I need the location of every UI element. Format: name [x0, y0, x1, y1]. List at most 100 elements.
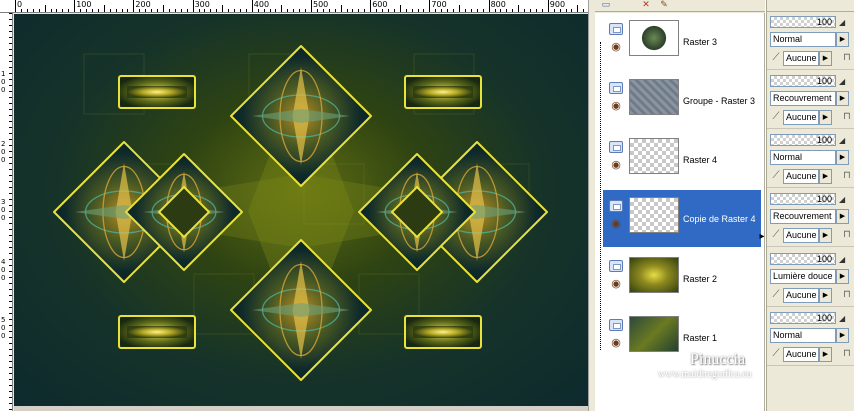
visibility-eye-icon[interactable]: ◉ — [608, 160, 624, 171]
ruler-minor-tick — [9, 145, 12, 146]
ruler-minor-tick — [9, 337, 12, 338]
edit-icon[interactable]: ✎ — [657, 0, 671, 9]
ruler-minor-tick — [577, 5, 579, 12]
ruler-minor-tick — [9, 49, 12, 50]
ruler-minor-tick — [186, 9, 188, 12]
ruler-minor-tick — [435, 9, 437, 12]
chevron-right-icon[interactable]: ▶ — [819, 51, 832, 66]
mask-select[interactable]: Aucune — [783, 347, 819, 362]
opacity-arrow-icon[interactable]: ◢ — [839, 314, 845, 323]
lock-icon[interactable]: ⊓ — [843, 228, 853, 242]
blend-mode-select[interactable]: Lumière douce — [770, 269, 836, 284]
opacity-arrow-icon[interactable]: ◢ — [839, 77, 845, 86]
ruler-minor-tick — [9, 19, 12, 20]
lock-icon[interactable]: ⊓ — [843, 110, 853, 124]
blend-mode-select[interactable]: Normal — [770, 328, 836, 343]
mask-select[interactable]: Aucune — [783, 110, 819, 125]
ruler-minor-tick — [26, 9, 28, 12]
ruler-minor-tick — [287, 9, 289, 12]
ruler-minor-tick — [9, 295, 12, 296]
visibility-eye-icon[interactable]: ◉ — [608, 219, 624, 230]
blend-mode-select[interactable]: Normal — [770, 150, 836, 165]
ruler-label: 0 — [1, 266, 6, 274]
opacity-slider[interactable]: 100 — [770, 16, 836, 28]
layer-name: Copie de Raster 4 — [683, 214, 756, 224]
mask-select[interactable]: Aucune — [783, 228, 819, 243]
ruler-minor-tick — [9, 67, 12, 68]
ruler-minor-tick — [281, 5, 283, 12]
opacity-arrow-icon[interactable]: ◢ — [839, 18, 845, 27]
chevron-right-icon[interactable]: ▶ — [819, 169, 832, 184]
image-canvas[interactable] — [14, 14, 588, 408]
opacity-slider[interactable]: 100 — [770, 312, 836, 324]
chevron-right-icon[interactable]: ▶ — [819, 347, 832, 362]
ruler-minor-tick — [571, 9, 573, 12]
ruler-minor-tick — [91, 9, 93, 12]
chevron-down-icon[interactable]: ▶ — [836, 269, 849, 284]
chevron-down-icon[interactable]: ▶ — [836, 328, 849, 343]
opacity-arrow-icon[interactable]: ◢ — [839, 136, 845, 145]
canvas-horizontal-scrollbar[interactable] — [14, 406, 588, 411]
visibility-eye-icon[interactable]: ◉ — [608, 338, 624, 349]
ruler-minor-tick — [565, 9, 567, 12]
opacity-arrow-icon[interactable]: ◢ — [839, 195, 845, 204]
ruler-minor-tick — [9, 193, 12, 194]
ruler-minor-tick — [9, 43, 12, 44]
ruler-minor-tick — [9, 259, 12, 260]
ruler-minor-tick — [9, 367, 12, 368]
layer-row[interactable]: ◉ Raster 2 — [603, 250, 761, 307]
visibility-eye-icon[interactable]: ◉ — [608, 279, 624, 290]
ruler-minor-tick — [541, 9, 543, 12]
ruler-label: 900 — [549, 0, 566, 9]
opacity-slider[interactable]: 100 — [770, 253, 836, 265]
chevron-down-icon[interactable]: ▶ — [836, 150, 849, 165]
ruler-minor-tick — [9, 25, 12, 26]
ruler-label: 800 — [490, 0, 506, 9]
ruler-minor-tick — [441, 9, 443, 12]
chevron-right-icon[interactable]: ▶ — [819, 228, 832, 243]
ruler-minor-tick — [352, 9, 354, 12]
ruler-minor-tick — [387, 9, 389, 12]
lock-icon[interactable]: ⊓ — [843, 347, 853, 361]
blend-mode-select[interactable]: Recouvrement — [770, 209, 836, 224]
mask-select[interactable]: Aucune — [783, 288, 819, 303]
ruler-minor-tick — [121, 9, 123, 12]
ruler-label: 100 — [76, 0, 92, 9]
new-layer-icon[interactable]: ▭ — [599, 0, 613, 9]
chevron-down-icon[interactable]: ▶ — [836, 91, 849, 106]
layer-row[interactable]: ◉ Raster 4 — [603, 131, 761, 188]
lock-icon[interactable]: ⊓ — [843, 288, 853, 302]
ruler-minor-tick — [559, 9, 561, 12]
layer-type-icon — [609, 23, 623, 35]
mask-select[interactable]: Aucune — [783, 169, 819, 184]
opacity-value: 100 — [816, 254, 832, 264]
ruler-minor-tick — [9, 271, 12, 272]
opacity-slider[interactable]: 100 — [770, 193, 836, 205]
top-right-panel-glow — [413, 86, 473, 98]
lock-icon[interactable]: ⊓ — [843, 169, 853, 183]
brush-icon: ⟋ — [772, 52, 780, 63]
layer-row[interactable]: ◉ Copie de Raster 4 — [603, 190, 761, 247]
mask-select[interactable]: Aucune — [783, 51, 819, 66]
visibility-eye-icon[interactable]: ◉ — [608, 101, 624, 112]
blend-mode-select[interactable]: Recouvrement — [770, 91, 836, 106]
opacity-slider[interactable]: 100 — [770, 134, 836, 146]
ruler-minor-tick — [9, 349, 12, 350]
opacity-arrow-icon[interactable]: ◢ — [839, 255, 845, 264]
ruler-minor-tick — [334, 9, 336, 12]
layer-row[interactable]: ◉ Raster 3 — [603, 13, 761, 70]
visibility-eye-icon[interactable]: ◉ — [608, 42, 624, 53]
opacity-slider[interactable]: 100 — [770, 75, 836, 87]
delete-layer-icon[interactable]: ✕ — [639, 0, 653, 9]
blend-mode-select[interactable]: Normal — [770, 32, 836, 47]
ruler-minor-tick — [518, 5, 520, 12]
chevron-right-icon[interactable]: ▶ — [819, 110, 832, 125]
layer-name: Raster 2 — [683, 274, 718, 284]
ruler-minor-tick — [168, 9, 170, 12]
lock-icon[interactable]: ⊓ — [843, 51, 853, 65]
chevron-down-icon[interactable]: ▶ — [836, 32, 849, 47]
layer-row[interactable]: ◉ Groupe - Raster 3 — [603, 72, 761, 129]
watermark-name: Pinuccia — [690, 351, 746, 368]
chevron-down-icon[interactable]: ▶ — [836, 209, 849, 224]
chevron-right-icon[interactable]: ▶ — [819, 288, 832, 303]
